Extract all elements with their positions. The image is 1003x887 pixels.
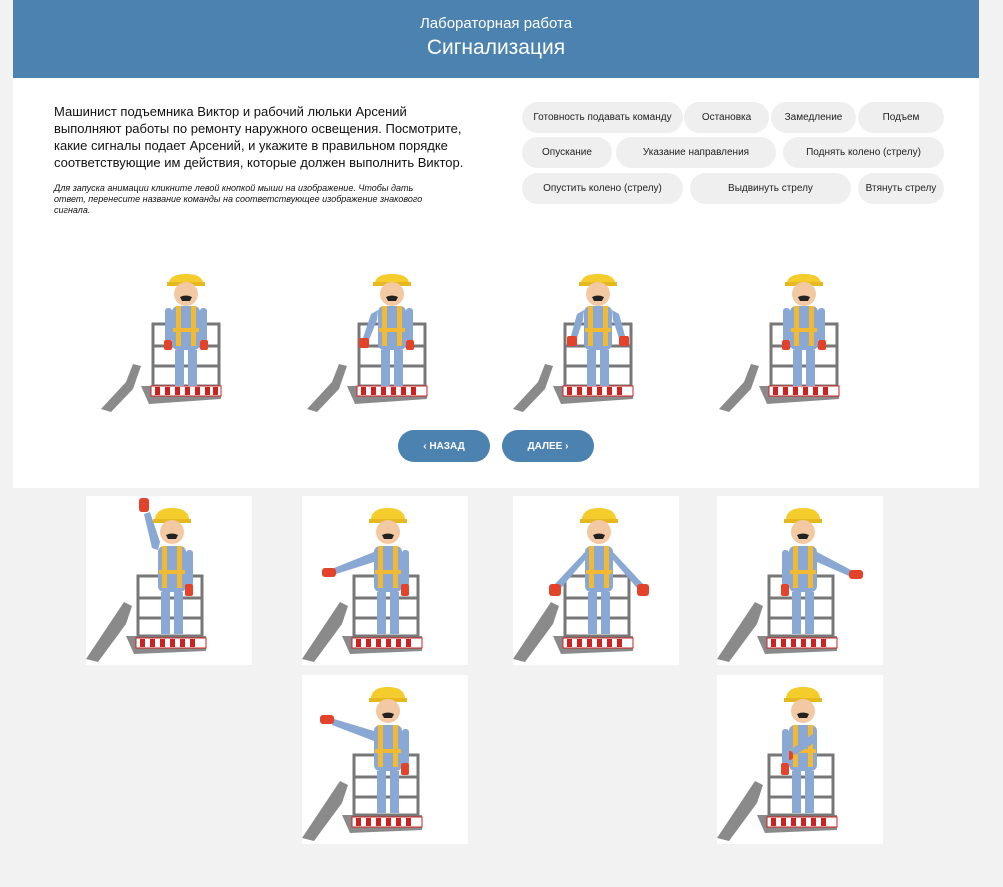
command-chip-stop[interactable]: Остановка xyxy=(684,102,769,133)
worker-signal-figure xyxy=(307,274,428,412)
command-chip-ready[interactable]: Готовность подавать команду xyxy=(522,102,683,133)
answer-slot-4[interactable] xyxy=(719,254,849,434)
command-chip-lower-boom[interactable]: Опустить колено (стрелу) xyxy=(522,173,683,204)
answer-slot-1[interactable] xyxy=(101,254,231,434)
task-instructions: Машинист подъемника Виктор и рабочий люл… xyxy=(54,104,464,170)
signal-card-arm-up[interactable] xyxy=(86,496,252,665)
command-chip-slowdown[interactable]: Замедление xyxy=(771,102,856,133)
worker-signal-figure xyxy=(302,508,423,662)
command-chip-extend-boom[interactable]: Выдвинуть стрелу xyxy=(690,173,851,204)
worker-signal-figure xyxy=(717,687,838,841)
answer-slot-3[interactable] xyxy=(513,254,643,434)
worker-signal-figure xyxy=(513,274,634,412)
back-button[interactable]: ‹ НАЗАД xyxy=(398,430,490,462)
command-chip-retract-boom[interactable]: Втянуть стрелу xyxy=(858,173,944,204)
command-chip-raise-boom[interactable]: Поднять колено (стрелу) xyxy=(783,137,944,168)
answer-slot-2[interactable] xyxy=(307,254,437,434)
next-button[interactable]: ДАЛЕЕ › xyxy=(502,430,594,462)
header-subtitle: Лабораторная работа xyxy=(419,15,573,32)
signal-card-arms-down-out[interactable] xyxy=(513,496,679,665)
worker-signal-figure xyxy=(302,687,423,841)
task-panel: Машинист подъемника Виктор и рабочий люл… xyxy=(13,78,979,488)
worker-signal-figure xyxy=(717,508,863,662)
lift-boom xyxy=(307,364,347,412)
command-chip-direction[interactable]: Указание направления xyxy=(616,137,776,168)
worker xyxy=(164,274,208,386)
signal-card-arm-across-chest[interactable] xyxy=(717,675,883,844)
page-title: Сигнализация xyxy=(426,36,566,59)
command-chip-lower[interactable]: Опускание xyxy=(522,137,612,168)
signal-card-arm-side-right[interactable] xyxy=(717,496,883,665)
worker-signal-figure xyxy=(719,274,840,412)
worker-signal-figure xyxy=(513,508,649,662)
signal-card-arm-side-left[interactable] xyxy=(302,496,468,665)
command-chip-raise[interactable]: Подъем xyxy=(858,102,944,133)
worker-signal-figure xyxy=(86,498,207,662)
app-header: Лабораторная работа Сигнализация xyxy=(13,0,979,78)
worker-signal-figure xyxy=(101,274,222,412)
task-hint: Для запуска анимации кликните левой кноп… xyxy=(54,183,423,215)
signal-card-arm-forward-left[interactable] xyxy=(302,675,468,844)
